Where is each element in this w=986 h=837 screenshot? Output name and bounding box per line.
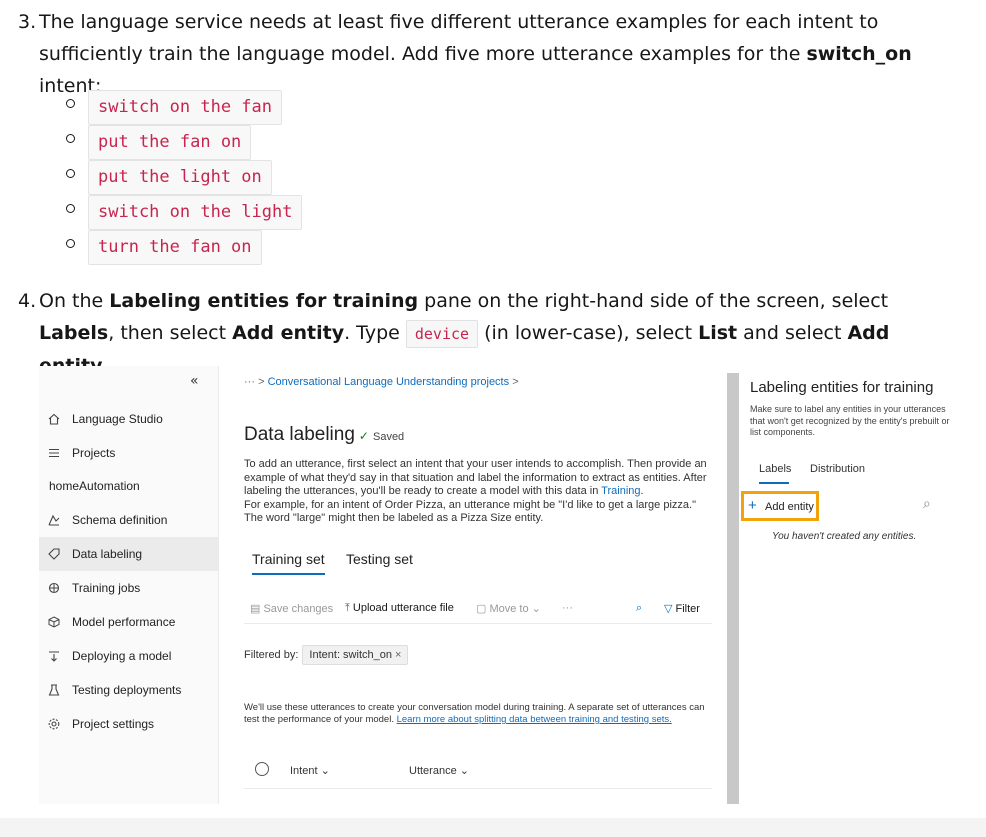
breadcrumb: ··· > Conversational Language Understand… bbox=[244, 376, 519, 388]
select-all-radio[interactable] bbox=[255, 762, 269, 776]
column-utterance[interactable]: Utterance ⌄ bbox=[409, 764, 469, 777]
utterance-code: put the fan on bbox=[88, 125, 252, 160]
sidebar-item-language-studio[interactable]: Language Studio bbox=[39, 402, 218, 436]
active-tab-indicator bbox=[252, 573, 325, 575]
active-tab-indicator bbox=[759, 482, 789, 484]
step-number: 3. bbox=[18, 11, 37, 33]
tab-labels[interactable]: Labels bbox=[759, 463, 791, 475]
sidebar-item-testing-deployments[interactable]: Testing deployments bbox=[39, 673, 218, 707]
toolbar: ▤ Save changes ⤒ Upload utterance file ▢… bbox=[244, 597, 712, 624]
chevron-down-icon: ⌄ bbox=[317, 765, 330, 777]
intent-name: switch_on bbox=[806, 43, 912, 65]
bullet-icon bbox=[66, 204, 75, 213]
gear-icon bbox=[48, 718, 60, 730]
utterance-code: turn the fan on bbox=[88, 230, 262, 265]
training-note: We'll use these utterances to create you… bbox=[244, 702, 705, 725]
utterance-code: switch on the light bbox=[88, 195, 303, 230]
step-number: 4. bbox=[18, 290, 37, 312]
tab-training-set[interactable]: Training set bbox=[252, 551, 325, 567]
plus-icon: + bbox=[748, 497, 757, 514]
page-description: To add an utterance, first select an int… bbox=[244, 458, 707, 524]
deploy-icon bbox=[49, 651, 59, 662]
table-header: Intent ⌄ Utterance ⌄ bbox=[244, 760, 712, 789]
bullet-icon bbox=[66, 169, 75, 178]
add-entity-button[interactable]: + Add entity bbox=[741, 491, 819, 521]
sidebar-item-schema-definition[interactable]: Schema definition bbox=[39, 503, 218, 537]
close-icon[interactable]: × bbox=[392, 649, 401, 661]
panel-title: Labeling entities for training bbox=[750, 379, 934, 396]
bullet-icon bbox=[66, 99, 75, 108]
column-intent[interactable]: Intent ⌄ bbox=[290, 764, 330, 777]
page-title: Data labeling ✓ Saved bbox=[244, 424, 405, 445]
sidebar-item-projects[interactable]: Projects bbox=[39, 436, 218, 470]
list-icon bbox=[49, 448, 59, 458]
save-icon: ▤ bbox=[250, 603, 264, 615]
empty-state: You haven't created any entities. bbox=[772, 531, 917, 542]
filter-icon: ▽ bbox=[664, 603, 676, 615]
chevron-down-icon: ⌄ bbox=[456, 765, 469, 777]
sidebar-item-deploying-a-model[interactable]: Deploying a model bbox=[39, 639, 218, 673]
panel-description: Make sure to label any entities in your … bbox=[750, 404, 950, 437]
tab-distribution[interactable]: Distribution bbox=[810, 463, 865, 475]
flask-icon bbox=[48, 684, 60, 696]
sidebar-item-project-settings[interactable]: Project settings bbox=[39, 707, 218, 741]
save-changes-button[interactable]: ▤ Save changes bbox=[250, 602, 333, 615]
sidebar-item-training-jobs[interactable]: Training jobs bbox=[39, 571, 218, 605]
bullet-icon bbox=[66, 134, 75, 143]
schema-icon bbox=[48, 514, 60, 526]
checkmark-icon: ✓ bbox=[358, 429, 369, 443]
training-link[interactable]: Training bbox=[601, 485, 640, 497]
utterance-code: put the light on bbox=[88, 160, 272, 195]
upload-utterance-button[interactable]: ⤒ Upload utterance file bbox=[345, 602, 454, 615]
learn-more-link[interactable]: Learn more about splitting data between … bbox=[397, 714, 672, 725]
home-icon bbox=[48, 413, 60, 425]
breadcrumb-link[interactable]: Conversational Language Understanding pr… bbox=[268, 376, 510, 388]
more-button[interactable]: ··· bbox=[562, 602, 573, 614]
search-icon[interactable]: ⌕ bbox=[923, 496, 931, 512]
scrollbar[interactable] bbox=[727, 373, 739, 804]
tag-icon bbox=[48, 548, 60, 560]
cube-icon bbox=[48, 616, 60, 628]
page-footer-band bbox=[0, 818, 986, 837]
search-icon[interactable]: ⌕ bbox=[636, 602, 642, 615]
filter-summary: Filtered by: Intent: switch_on × bbox=[244, 645, 409, 665]
entity-name-code: device bbox=[405, 320, 479, 348]
sidebar-item-model-performance[interactable]: Model performance bbox=[39, 605, 218, 639]
utterance-code: switch on the fan bbox=[88, 90, 282, 125]
chevron-down-icon: ⌄ bbox=[528, 603, 541, 615]
bullet-icon bbox=[66, 239, 75, 248]
step-3-text: The language service needs at least five… bbox=[39, 11, 912, 97]
filter-pill[interactable]: Intent: switch_on × bbox=[302, 645, 409, 665]
training-icon bbox=[48, 582, 60, 594]
project-name: homeAutomation bbox=[49, 479, 140, 493]
sidebar-item-data-labeling[interactable]: Data labeling bbox=[39, 537, 218, 571]
upload-icon: ⤒ bbox=[345, 602, 353, 614]
tab-testing-set[interactable]: Testing set bbox=[346, 551, 413, 567]
collapse-nav-icon[interactable]: « bbox=[190, 373, 199, 389]
document-icon: ▢ bbox=[476, 603, 490, 615]
move-to-button[interactable]: ▢ Move to ⌄ bbox=[476, 602, 541, 615]
filter-button[interactable]: ▽ Filter bbox=[664, 602, 700, 615]
saved-status: Saved bbox=[372, 431, 405, 443]
